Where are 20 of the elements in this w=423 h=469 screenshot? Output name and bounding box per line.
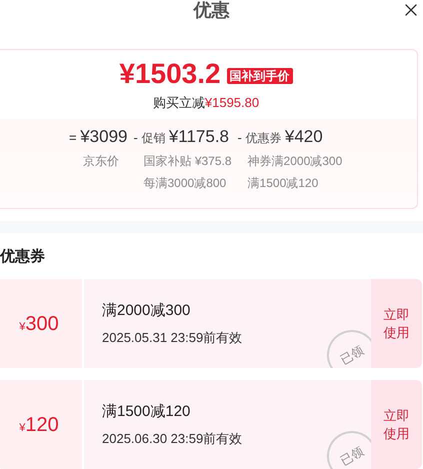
breakdown-detail: 京东价 [82, 152, 120, 170]
coupon-validity: 2025.06.30 23:59前有效 [102, 430, 244, 448]
use-now-button[interactable]: 立即使用 [371, 380, 422, 469]
saving-text: 购买立减¥1595.80 [152, 94, 260, 112]
price-badge: 国补到手价 [226, 68, 293, 84]
breakdown-amount: = ¥3099 [69, 126, 128, 148]
dialog-title: 优惠 [194, 1, 230, 22]
final-price: ¥1503.2 [119, 60, 221, 88]
breakdown-detail: 国家补贴 ¥375.8 [142, 152, 232, 170]
coupon-amount: ¥120 [19, 414, 59, 434]
coupon-amount: ¥300 [19, 314, 59, 334]
breakdown-amount: - 优惠券 ¥420 [238, 126, 324, 148]
breakdown-amount: - 促销 ¥1175.8 [134, 126, 230, 148]
coupon-condition: 满2000减300 [102, 300, 192, 320]
breakdown-detail: 神券满2000减300 [246, 152, 342, 170]
coupon-condition: 满1500减120 [102, 402, 192, 422]
breakdown-detail: 满1500减120 [246, 174, 320, 192]
use-now-button[interactable]: 立即使用 [371, 279, 422, 368]
coupon-validity: 2025.05.31 23:59前有效 [102, 329, 244, 347]
breakdown-detail: 每满3000减800 [142, 174, 228, 192]
